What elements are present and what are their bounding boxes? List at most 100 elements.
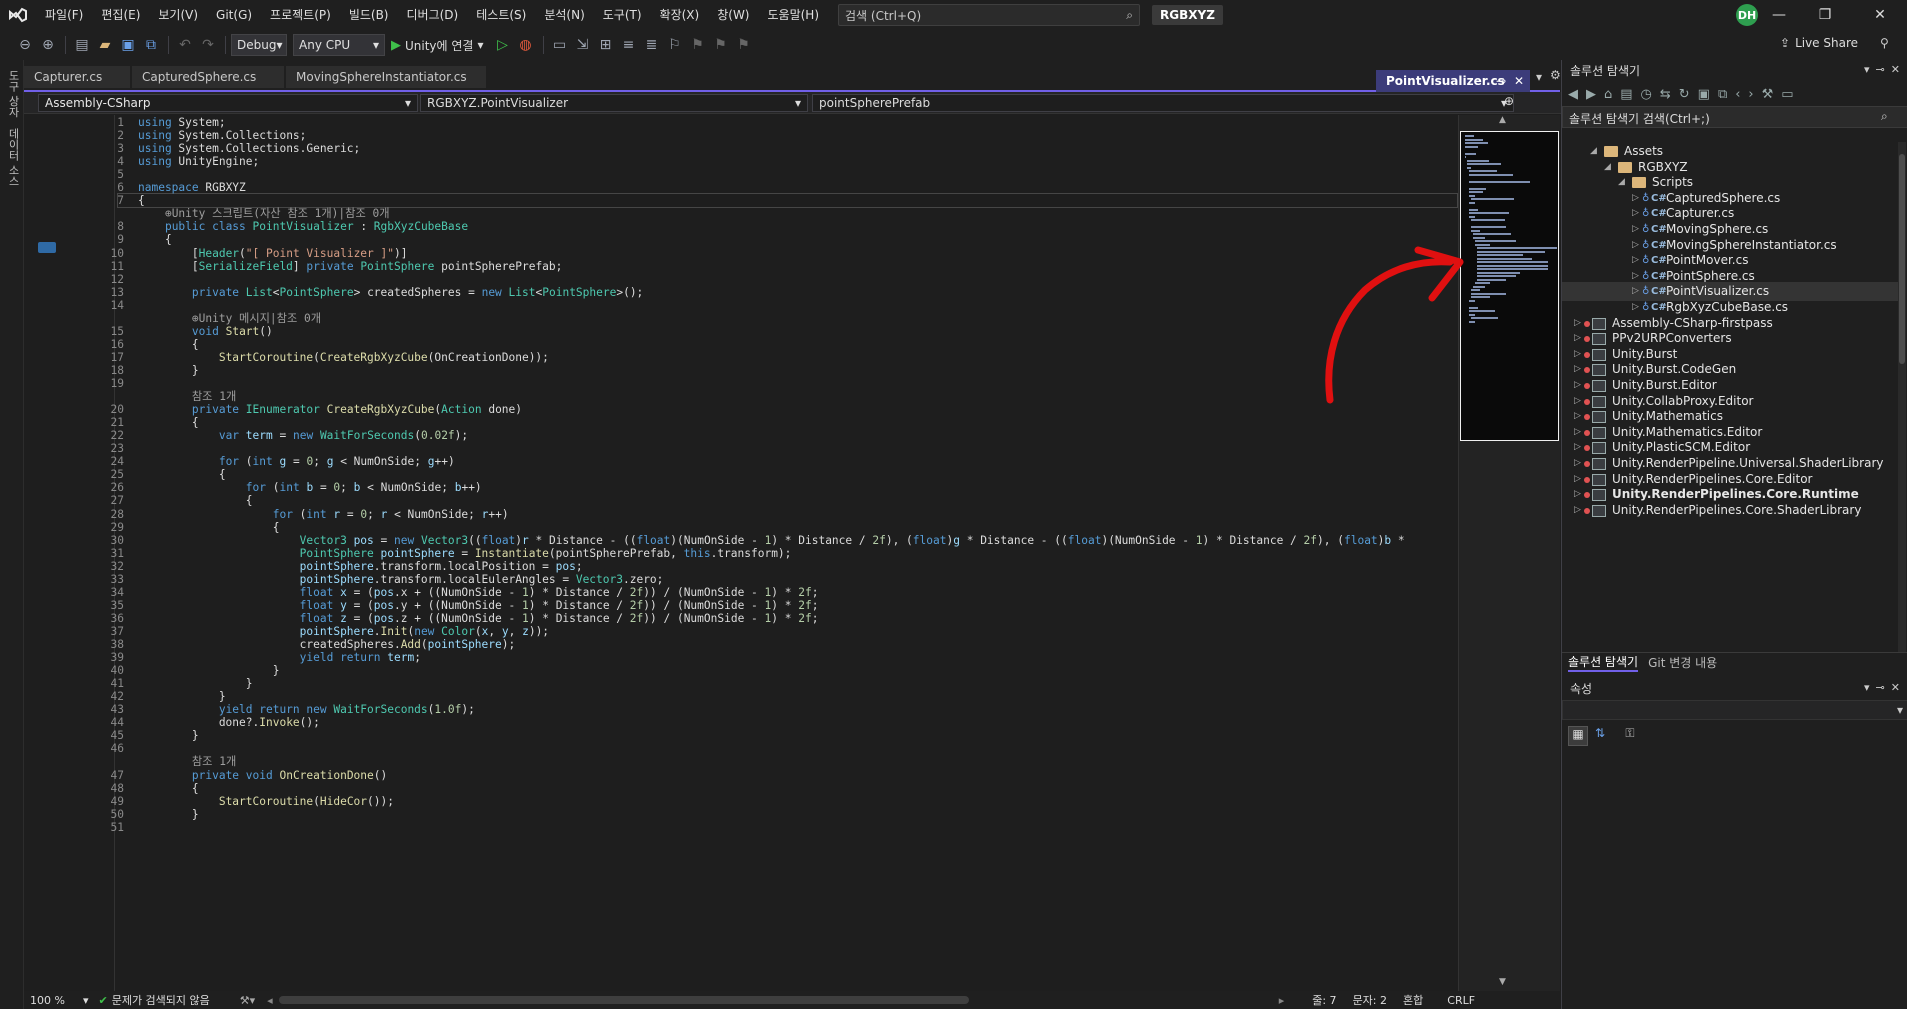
categorized-icon[interactable]: ▦ — [1568, 726, 1588, 746]
clear-bookmarks-icon[interactable]: ⚑ — [733, 34, 755, 56]
property-pages-icon[interactable]: ⚿ — [1620, 726, 1640, 746]
tab-captured-sphere[interactable]: CapturedSphere.cs — [132, 66, 284, 88]
tab-overflow-icon[interactable]: ▾ — [1536, 70, 1542, 84]
solution-explorer-toolbar[interactable]: ◀▶⌂▤◷⇆↻▣⧉‹›⚒▭ — [1568, 84, 1898, 104]
properties-controls[interactable]: ▾⊸✕ — [1864, 681, 1906, 694]
excluded-marker-icon — [1584, 461, 1590, 467]
menu-item[interactable]: 분석(N) — [535, 0, 593, 30]
excluded-marker-icon — [1584, 492, 1590, 499]
toolbox-tab[interactable]: 도구 상자 — [5, 70, 21, 118]
code-minimap-scrollbar[interactable]: ▲ ▼ — [1458, 115, 1560, 991]
forward-icon[interactable]: ⊕ — [37, 34, 59, 56]
feedback-icon[interactable]: ⚲ — [1880, 36, 1889, 50]
split-editor-icon[interactable]: ⊕ — [1504, 94, 1514, 108]
attach-unity-button[interactable]: ▶ Unity에 연결 ▾ — [391, 37, 484, 54]
browser-link-icon[interactable]: ▭ — [549, 34, 571, 56]
start-without-debug-icon[interactable]: ▷ — [492, 34, 514, 56]
chevron-down-icon: ▾ — [794, 96, 801, 110]
menu-item[interactable]: 디버그(D) — [398, 0, 468, 30]
code-cleanup-icon[interactable]: ⚒▾ — [240, 994, 255, 1007]
tab-capturer[interactable]: Capturer.cs — [24, 66, 130, 88]
line-ending[interactable]: CRLF — [1447, 994, 1475, 1007]
avatar[interactable]: DH — [1736, 4, 1758, 26]
hot-reload-icon[interactable]: ◍ — [515, 34, 537, 56]
scroll-left-icon[interactable]: ◂ — [267, 994, 273, 1007]
bookmark-icon[interactable]: ⚐ — [664, 34, 686, 56]
properties-object-select[interactable]: ▾ — [1562, 700, 1907, 720]
save-icon[interactable]: ▣ — [117, 34, 139, 56]
tree-scrollbar[interactable] — [1898, 142, 1906, 652]
zoom-level[interactable]: 100 % — [30, 994, 65, 1007]
column-indicator[interactable]: 문자: 2 — [1353, 992, 1387, 1008]
step-icon[interactable]: ⇲ — [572, 34, 594, 56]
code-line[interactable]: 51 — [24, 820, 1458, 836]
minimap-line — [1467, 159, 1489, 162]
menu-item[interactable]: 빌드(B) — [340, 0, 398, 30]
uncomment-icon[interactable]: ≣ — [641, 34, 663, 56]
code-editor[interactable]: 1 using System; 2 using System.Collections;… — [24, 115, 1458, 991]
close-window-icon[interactable]: ✕ — [1853, 0, 1907, 30]
settings-gear-icon[interactable]: ⚙ — [1550, 68, 1561, 82]
scroll-down-icon[interactable]: ▼ — [1499, 977, 1506, 987]
undo-icon[interactable]: ↶ — [174, 34, 196, 56]
restore-icon[interactable]: ❐ — [1802, 0, 1848, 30]
type-value: RGBXYZ.PointVisualizer — [427, 96, 569, 110]
solution-name-badge: RGBXYZ — [1152, 5, 1223, 25]
tab-point-visualizer[interactable]: PointVisualizer.cs ⊸ ✕ — [1376, 70, 1530, 92]
line-indicator[interactable]: 줄: 7 — [1312, 992, 1336, 1008]
panel-controls[interactable]: ▾⊸✕ — [1864, 63, 1906, 76]
next-bookmark-icon[interactable]: ⚑ — [710, 34, 732, 56]
menu-item[interactable]: Git(G) — [207, 0, 261, 30]
tree-scrollbar-thumb[interactable] — [1899, 154, 1905, 364]
solution-search-input[interactable]: 솔루션 탐색기 검색(Ctrl+;) ⌕ — [1562, 106, 1907, 128]
save-all-icon[interactable]: ⧉ — [140, 34, 162, 56]
back-icon[interactable]: ⊖ — [14, 34, 36, 56]
datasource-tab[interactable]: 데이터 소스 — [5, 128, 21, 187]
open-folder-icon[interactable]: ▰ — [94, 34, 116, 56]
solution-tree[interactable]: ◢ Assets ◢ RGBXYZ ◢ Scripts ▷ ♁ C# CapturedSphere… — [1562, 142, 1898, 654]
navigation-bar: Assembly-CSharp ▾ RGBXYZ.PointVisualizer… — [24, 92, 1561, 114]
tab-moving-sphere-instantiator[interactable]: MovingSphereInstantiator.cs — [286, 66, 486, 88]
project-icon — [1592, 380, 1606, 392]
comment-icon[interactable]: ≡ — [618, 34, 640, 56]
horizontal-scrollbar[interactable] — [278, 996, 969, 1004]
toolbar-divider — [65, 36, 66, 54]
type-select[interactable]: RGBXYZ.PointVisualizer ▾ — [420, 94, 808, 112]
platform-select[interactable]: Any CPU ▾ — [293, 34, 385, 56]
menu-item[interactable]: 도구(T) — [594, 0, 651, 30]
minimize-icon[interactable]: — — [1756, 0, 1802, 30]
properties-title: 속성 — [1570, 682, 1593, 696]
menu-item[interactable]: 테스트(S) — [467, 0, 535, 30]
issues-status[interactable]: 문제가 검색되지 않음 — [112, 992, 210, 1008]
project-select[interactable]: Assembly-CSharp ▾ — [38, 94, 418, 112]
tab-git-changes[interactable]: Git 변경 내용 — [1648, 654, 1717, 671]
menu-item[interactable]: 보기(V) — [149, 0, 207, 30]
menu-item[interactable]: 도움말(H) — [759, 0, 829, 30]
solution-config-icon[interactable]: ⊞ — [595, 34, 617, 56]
configuration-select[interactable]: Debug ▾ — [231, 34, 287, 56]
menu-item[interactable]: 파일(F) — [36, 0, 92, 30]
prev-bookmark-icon[interactable]: ⚑ — [687, 34, 709, 56]
menu-item[interactable]: 편집(E) — [92, 0, 149, 30]
menu-item[interactable]: 확장(X) — [651, 0, 709, 30]
pin-icon[interactable]: ⊸ — [1496, 70, 1506, 92]
global-search-input[interactable]: 검색 (Ctrl+Q) ⌕ — [838, 4, 1141, 26]
excluded-marker-icon — [1584, 320, 1590, 327]
live-share-button[interactable]: ⇪ Live Share — [1780, 36, 1858, 50]
visual-studio-logo-icon[interactable] — [0, 0, 36, 30]
new-project-icon[interactable]: ▤ — [71, 34, 93, 56]
whitespace-mode[interactable]: 혼합 — [1403, 992, 1423, 1008]
project-icon — [1592, 364, 1606, 377]
member-select[interactable]: pointSpherePrefab ▾ — [812, 94, 1514, 112]
redo-icon[interactable]: ↷ — [197, 34, 219, 56]
tree-item[interactable]: ▷ Unity.RenderPipelines.Core.ShaderLibrar… — [1562, 501, 1898, 520]
scroll-right-icon[interactable]: ▸ — [1279, 994, 1285, 1007]
alphabetical-icon[interactable]: ⇅ — [1590, 726, 1610, 746]
menu-item[interactable]: 창(W) — [708, 0, 758, 30]
minimap-line — [1477, 247, 1557, 249]
collapsed-arrow-icon[interactable]: ▷ — [1574, 501, 1584, 520]
minimap-line — [1477, 250, 1545, 253]
menu-item[interactable]: 프로젝트(P) — [261, 0, 340, 30]
tab-solution-explorer[interactable]: 솔루션 탐색기 — [1568, 653, 1639, 672]
close-tab-icon[interactable]: ✕ — [1514, 70, 1524, 92]
